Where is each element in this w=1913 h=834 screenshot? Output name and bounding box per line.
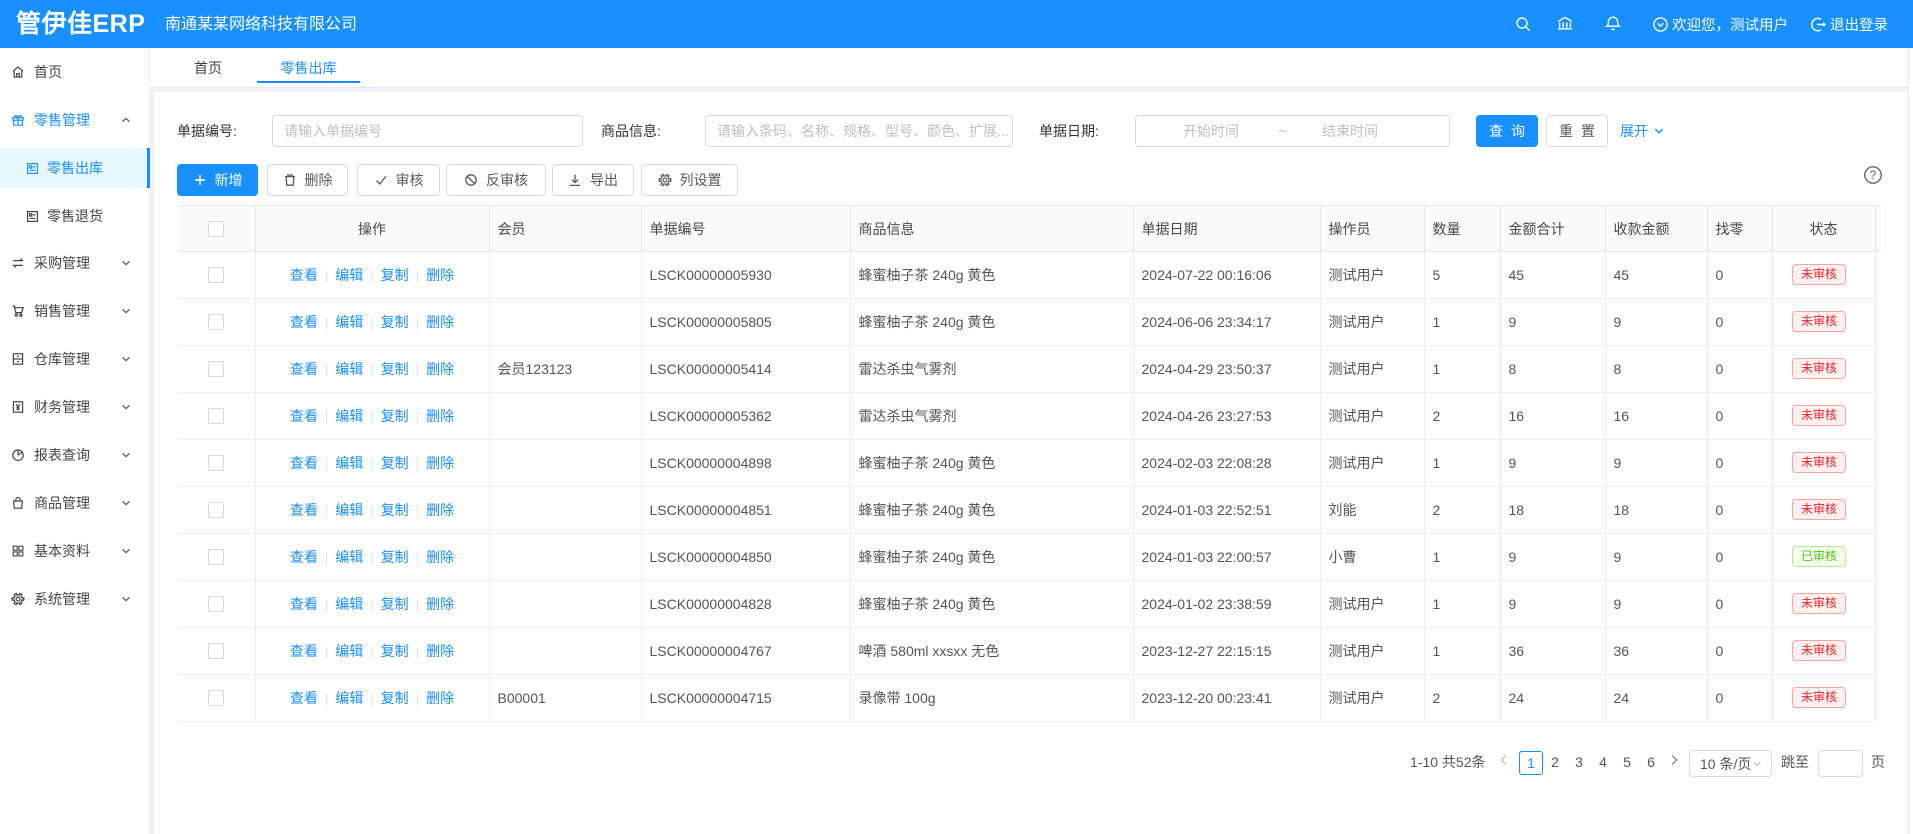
svg-text:?: ? <box>1870 170 1876 182</box>
